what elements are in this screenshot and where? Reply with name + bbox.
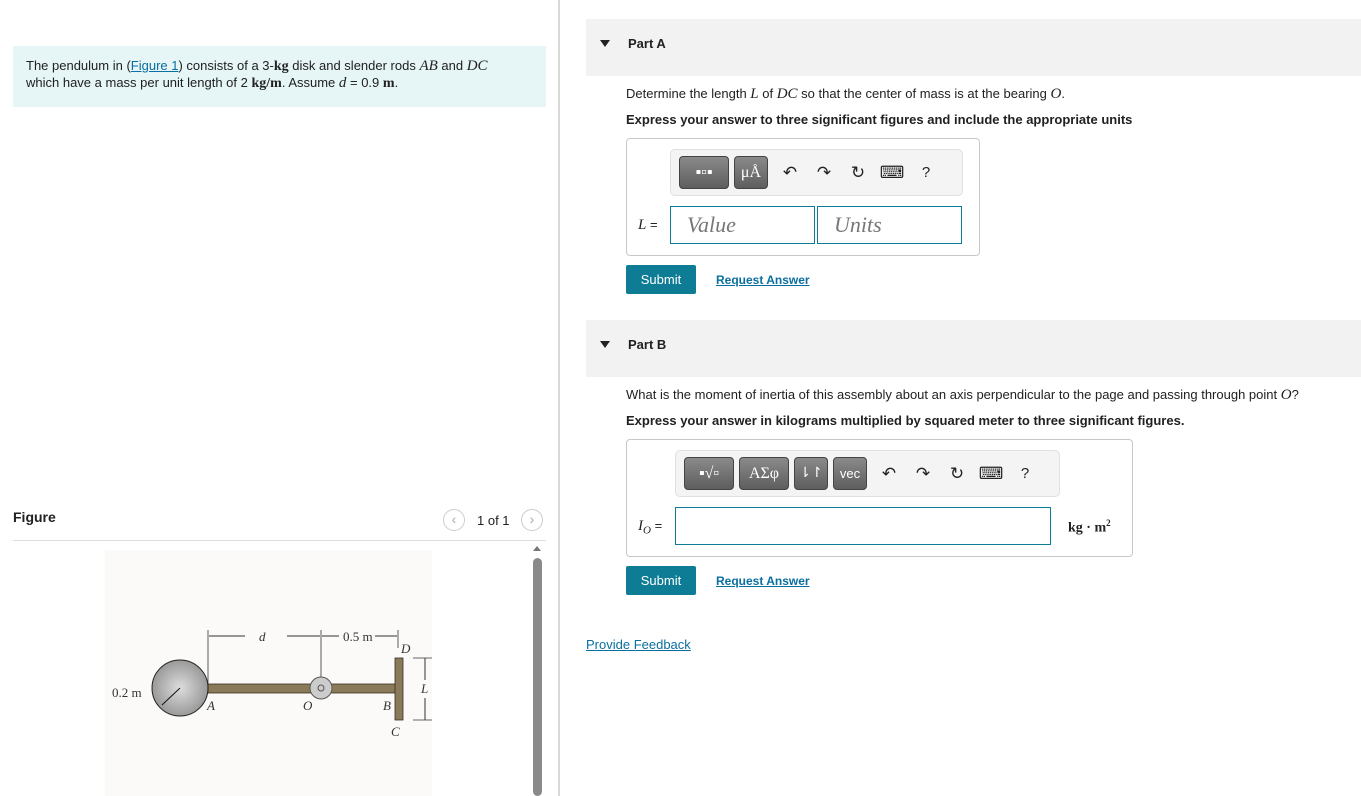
label-d: d <box>259 629 266 644</box>
redo-icon[interactable]: ↷ <box>906 464 940 484</box>
unit: m <box>382 76 395 91</box>
math-toolbar: ▪▫▪ μÅ ↶ ↷ ↻ ⌨ ? <box>670 149 963 196</box>
provide-feedback-link[interactable]: Provide Feedback <box>586 637 691 652</box>
collapse-triangle-icon <box>600 341 610 348</box>
request-answer-link[interactable]: Request Answer <box>716 574 810 588</box>
text: which have a mass per unit length of 2 <box>26 75 252 90</box>
part-b-answer-box: ▪√▫ ΑΣφ ⇂↾ vec ↶ ↷ ↻ ⌨ ? IO = kg · m2 <box>626 439 1133 557</box>
figure-link[interactable]: Figure 1 <box>131 58 179 73</box>
submit-button[interactable]: Submit <box>626 566 696 595</box>
label-O: O <box>303 698 313 713</box>
var: DC <box>466 58 488 74</box>
label-D: D <box>400 641 411 656</box>
answer-input[interactable] <box>675 507 1051 545</box>
variable-label: L = <box>638 217 658 233</box>
keyboard-icon[interactable]: ⌨ <box>974 464 1008 484</box>
part-a-header[interactable]: Part A <box>586 19 1361 76</box>
text: = 0.9 <box>346 75 383 90</box>
value-input[interactable]: Value <box>670 206 815 244</box>
subscript-button[interactable]: ⇂↾ <box>794 457 828 490</box>
unit-label: kg · m2 <box>1068 518 1111 536</box>
unit: kg <box>273 59 289 74</box>
units-button[interactable]: μÅ <box>734 156 768 189</box>
scroll-up-arrow[interactable] <box>533 546 541 551</box>
submit-button[interactable]: Submit <box>626 265 696 294</box>
help-icon[interactable]: ? <box>909 164 943 181</box>
figure-image: d 0.5 m D L 0.2 m A O B C <box>105 550 432 796</box>
prev-figure-button[interactable]: ‹ <box>443 509 465 531</box>
part-label: Part A <box>628 36 666 51</box>
scrollbar-thumb[interactable] <box>533 558 542 796</box>
label-B: B <box>383 698 391 713</box>
figure-pager: 1 of 1 <box>477 513 510 528</box>
part-a-question: Determine the length L of DC so that the… <box>626 86 1065 102</box>
problem-statement: The pendulum in (Figure 1) consists of a… <box>13 46 546 107</box>
part-b-question: What is the moment of inertia of this as… <box>626 387 1299 403</box>
text: . <box>394 75 399 90</box>
undo-icon[interactable]: ↶ <box>872 464 906 484</box>
figure-title: Figure <box>13 509 56 525</box>
next-figure-button[interactable]: › <box>521 509 543 531</box>
unit: kg/m <box>251 76 282 91</box>
math-toolbar: ▪√▫ ΑΣφ ⇂↾ vec ↶ ↷ ↻ ⌨ ? <box>675 450 1060 497</box>
label-A: A <box>206 698 215 713</box>
undo-icon[interactable]: ↶ <box>773 163 807 183</box>
units-input[interactable]: Units <box>817 206 962 244</box>
help-icon[interactable]: ? <box>1008 465 1042 482</box>
vector-button[interactable]: vec <box>833 457 867 490</box>
pane-divider[interactable] <box>558 0 560 796</box>
text: The pendulum in ( <box>26 58 131 73</box>
greek-button[interactable]: ΑΣφ <box>739 457 789 490</box>
text: ) consists of a 3- <box>178 58 274 73</box>
label-C: C <box>391 724 400 739</box>
part-b-header[interactable]: Part B <box>586 320 1361 377</box>
text: and <box>437 58 467 73</box>
part-a-answer-box: ▪▫▪ μÅ ↶ ↷ ↻ ⌨ ? L = Value Units <box>626 138 980 256</box>
pendulum-diagram: d 0.5 m D L 0.2 m A O B C <box>112 629 432 739</box>
templates-button[interactable]: ▪▫▪ <box>679 156 729 189</box>
request-answer-link[interactable]: Request Answer <box>716 273 810 287</box>
part-b-instructions: Express your answer in kilograms multipl… <box>626 413 1185 428</box>
var: AB <box>419 58 438 74</box>
label-radius: 0.2 m <box>112 685 142 700</box>
templates-button[interactable]: ▪√▫ <box>684 457 734 490</box>
reset-icon[interactable]: ↻ <box>841 163 875 183</box>
reset-icon[interactable]: ↻ <box>940 464 974 484</box>
collapse-triangle-icon <box>600 40 610 47</box>
label-half: 0.5 m <box>343 629 373 644</box>
text: disk and slender rods <box>288 58 420 73</box>
part-label: Part B <box>628 337 667 352</box>
text: . Assume <box>281 75 339 90</box>
label-L: L <box>420 681 428 696</box>
divider <box>13 540 546 541</box>
part-a-instructions: Express your answer to three significant… <box>626 112 1133 127</box>
variable-label: IO = <box>638 518 663 537</box>
keyboard-icon[interactable]: ⌨ <box>875 163 909 183</box>
redo-icon[interactable]: ↷ <box>807 163 841 183</box>
